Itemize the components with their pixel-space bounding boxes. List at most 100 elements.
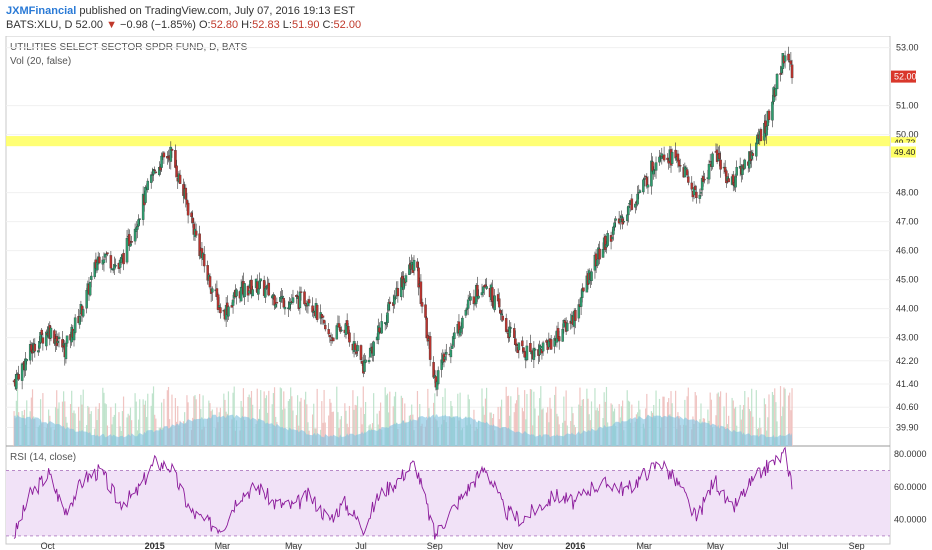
rsi-title: RSI (14, close) [10, 452, 76, 463]
candle-body [783, 55, 787, 62]
candle-body [315, 304, 319, 320]
candle-body [684, 167, 688, 170]
candle-body [432, 362, 435, 378]
candle-body [493, 295, 496, 311]
candle-body [355, 351, 358, 354]
candle-body [523, 351, 526, 358]
candle-body [378, 327, 381, 333]
candle-body [73, 317, 77, 333]
candle-body [477, 295, 480, 299]
candle-body [227, 306, 230, 317]
candle-body [90, 275, 93, 280]
candle-body [106, 252, 109, 255]
candle-body [17, 374, 20, 380]
candle-body [356, 345, 359, 352]
x-tick-label: 2016 [565, 541, 585, 550]
candle-body [291, 297, 295, 303]
candle-body [56, 341, 60, 344]
candle-body [612, 226, 615, 235]
candle-body [153, 169, 156, 171]
candle-body [539, 346, 543, 349]
candle-body [353, 343, 357, 351]
candle-body [194, 230, 198, 236]
candle-body [625, 214, 629, 221]
candle-body [138, 218, 141, 220]
candle-body [703, 178, 706, 181]
price-change: −0.98 (−1.85%) [120, 19, 196, 31]
candle-body [549, 339, 553, 350]
candle-body [49, 327, 53, 339]
candle-body [367, 359, 371, 363]
price-tick-label: 47.00 [896, 217, 919, 227]
candle-body [606, 233, 609, 246]
candle-body [151, 174, 154, 176]
candle-body [15, 374, 18, 389]
candle-body [735, 166, 738, 176]
price-tick-label: 46.00 [896, 246, 919, 256]
candle-body [40, 329, 43, 335]
candle-body [582, 287, 585, 292]
candle-body [380, 321, 383, 334]
candle-body [428, 336, 432, 360]
candle-body [557, 336, 561, 342]
candle-body [298, 291, 302, 309]
candle-body [394, 297, 397, 299]
candle-body [20, 363, 24, 381]
candle-body [604, 236, 607, 250]
candle-body [790, 64, 794, 79]
candle-body [393, 295, 396, 305]
candle-body [449, 349, 453, 358]
candle-body [191, 217, 194, 223]
candle-body [436, 370, 440, 385]
candle-body [136, 226, 139, 230]
x-tick-label: Jul [355, 541, 367, 550]
candle-body [619, 219, 622, 223]
candle-body [137, 219, 140, 227]
candle-body [501, 315, 504, 321]
candle-body [498, 298, 501, 308]
price-tick-label: 41.40 [896, 379, 919, 389]
candle-body [321, 315, 325, 318]
candle-body [258, 280, 261, 289]
candle-body [533, 348, 537, 351]
author-link[interactable]: JXMFinancial [6, 5, 76, 17]
price-tick-label: 42.20 [896, 356, 919, 366]
last-price: 52.00 [75, 19, 104, 31]
candle-body [202, 254, 206, 267]
candle-body [324, 325, 327, 330]
candle-body [345, 320, 349, 326]
candle-body [231, 299, 235, 306]
candle-body [472, 296, 476, 305]
candle-body [521, 340, 524, 347]
candle-body [114, 265, 117, 267]
candle-body [522, 347, 525, 352]
candle-body [388, 301, 392, 304]
published-text: published on TradingView.com, July 07, 2… [79, 5, 355, 17]
publisher-line: JXMFinancial published on TradingView.co… [6, 5, 355, 17]
candle-body [651, 161, 654, 172]
candle-body [687, 176, 690, 183]
low-label: L: [282, 19, 292, 31]
chart-canvas[interactable]: 53.0051.0050.0048.0047.0046.0045.0044.00… [0, 36, 932, 550]
candle-body [396, 288, 400, 297]
candle-body [251, 289, 254, 297]
open-label: O: [198, 19, 211, 31]
candle-body [98, 256, 101, 264]
candle-body [771, 101, 774, 121]
candle-body [154, 171, 158, 174]
candle-body [259, 278, 262, 282]
candle-body [174, 150, 177, 168]
candle-body [699, 192, 703, 194]
candle-body [690, 182, 694, 190]
candle-body [275, 301, 279, 304]
candle-body [412, 259, 416, 271]
candle-body [243, 283, 246, 298]
candle-body [404, 275, 408, 283]
plot-frame [5, 36, 891, 545]
candle-body [610, 236, 614, 240]
open-value: 52.80 [210, 19, 239, 31]
candle-body [630, 198, 634, 210]
rsi-tick-label: 60.0000 [894, 482, 927, 492]
candle-body [364, 359, 367, 363]
price-tick-label: 43.00 [896, 333, 919, 343]
